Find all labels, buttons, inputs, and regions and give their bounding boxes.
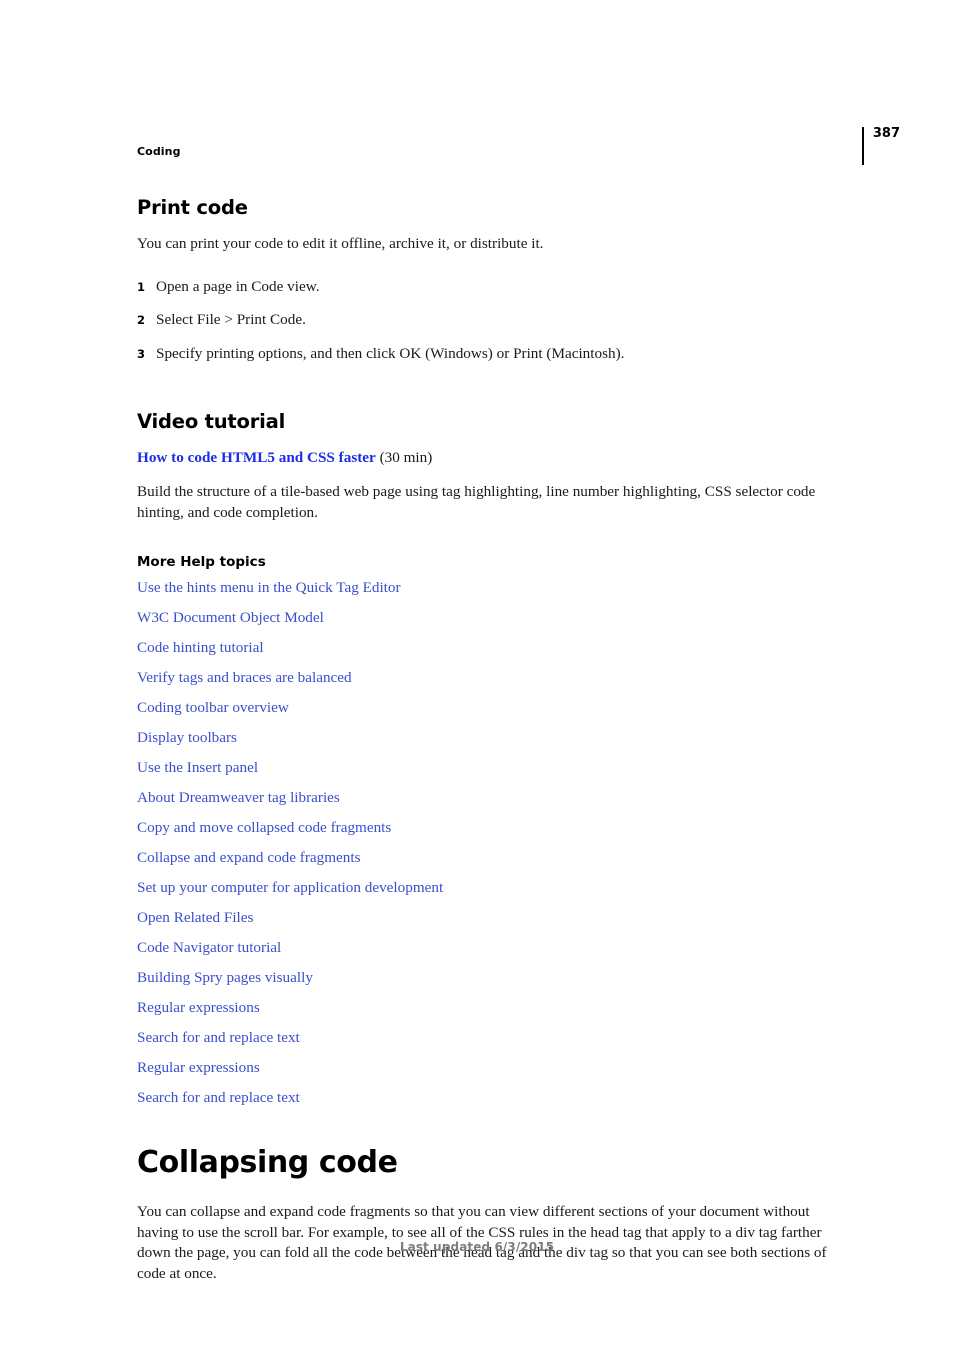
list-item: Set up your computer for application dev… <box>137 879 851 897</box>
help-topic-link[interactable]: Copy and move collapsed code fragments <box>137 819 391 837</box>
more-help-topics-list: Use the hints menu in the Quick Tag Edit… <box>137 579 851 1107</box>
more-help-topics-heading: More Help topics <box>137 554 266 570</box>
step-number: 1 <box>137 279 146 294</box>
list-item: Regular expressions <box>137 1059 851 1077</box>
step-number: 2 <box>137 313 146 327</box>
list-item: Verify tags and braces are balanced <box>137 669 851 687</box>
help-topic-link[interactable]: Collapse and expand code fragments <box>137 849 361 867</box>
video-tutorial-heading: Video tutorial <box>137 410 286 433</box>
step-item: 3 Specify printing options, and then cli… <box>137 344 851 365</box>
print-code-intro: You can print your code to edit it offli… <box>137 235 544 252</box>
page-folio: 387 <box>861 126 900 167</box>
list-item: Code Navigator tutorial <box>137 939 851 957</box>
help-topic-link[interactable]: Search for and replace text <box>137 1089 300 1107</box>
video-duration: (30 min) <box>379 449 433 466</box>
help-topic-link[interactable]: Coding toolbar overview <box>137 699 289 717</box>
list-item: W3C Document Object Model <box>137 609 851 627</box>
list-item: Display toolbars <box>137 729 851 747</box>
video-tutorial-line: How to code HTML5 and CSS faster (30 min… <box>137 448 851 468</box>
folio-divider-rule <box>861 127 864 165</box>
video-tutorial-link[interactable]: How to code HTML5 and CSS faster <box>137 449 376 466</box>
help-topic-link[interactable]: About Dreamweaver tag libraries <box>137 789 340 807</box>
list-item: Open Related Files <box>137 909 851 927</box>
help-topic-link[interactable]: Use the hints menu in the Quick Tag Edit… <box>137 579 401 597</box>
help-topic-link[interactable]: W3C Document Object Model <box>137 609 324 627</box>
list-item: Code hinting tutorial <box>137 639 851 657</box>
help-topic-link[interactable]: Regular expressions <box>137 999 260 1017</box>
running-head: Coding <box>137 145 181 158</box>
list-item: Search for and replace text <box>137 1089 851 1107</box>
step-item: 1 Open a page in Code view. <box>137 277 851 298</box>
page-number: 387 <box>872 126 900 141</box>
step-number: 3 <box>137 346 146 361</box>
help-topic-link[interactable]: Code hinting tutorial <box>137 639 264 657</box>
list-item: Collapse and expand code fragments <box>137 849 851 867</box>
video-tutorial-description: Build the structure of a tile-based web … <box>137 483 816 521</box>
help-topic-link[interactable]: Set up your computer for application dev… <box>137 879 443 897</box>
document-page: Coding 387 Print code You can print your… <box>0 0 954 1350</box>
step-item: 2 Select File > Print Code. <box>137 310 851 331</box>
content-column: Print code You can print your code to ed… <box>137 196 851 1284</box>
help-topic-link[interactable]: Verify tags and braces are balanced <box>137 669 352 687</box>
list-item: Use the hints menu in the Quick Tag Edit… <box>137 579 851 597</box>
list-item: About Dreamweaver tag libraries <box>137 789 851 807</box>
footer-last-updated: Last updated 6/3/2015 <box>399 1240 555 1254</box>
print-code-steps: 1 Open a page in Code view. 2 Select Fil… <box>137 277 851 365</box>
help-topic-link[interactable]: Open Related Files <box>137 909 253 927</box>
list-item: Use the Insert panel <box>137 759 851 777</box>
help-topic-link[interactable]: Search for and replace text <box>137 1029 300 1047</box>
step-text: Select File > Print Code. <box>156 311 306 328</box>
list-item: Regular expressions <box>137 999 851 1017</box>
list-item: Search for and replace text <box>137 1029 851 1047</box>
help-topic-link[interactable]: Display toolbars <box>137 729 237 747</box>
help-topic-link[interactable]: Use the Insert panel <box>137 759 258 777</box>
step-text: Specify printing options, and then click… <box>156 344 625 362</box>
help-topic-link[interactable]: Building Spry pages visually <box>137 969 313 987</box>
collapsing-code-heading: Collapsing code <box>137 1145 398 1180</box>
step-text: Open a page in Code view. <box>156 277 320 295</box>
print-code-heading: Print code <box>137 196 248 219</box>
list-item: Building Spry pages visually <box>137 969 851 987</box>
help-topic-link[interactable]: Regular expressions <box>137 1059 260 1077</box>
help-topic-link[interactable]: Code Navigator tutorial <box>137 939 281 957</box>
list-item: Copy and move collapsed code fragments <box>137 819 851 837</box>
list-item: Coding toolbar overview <box>137 699 851 717</box>
